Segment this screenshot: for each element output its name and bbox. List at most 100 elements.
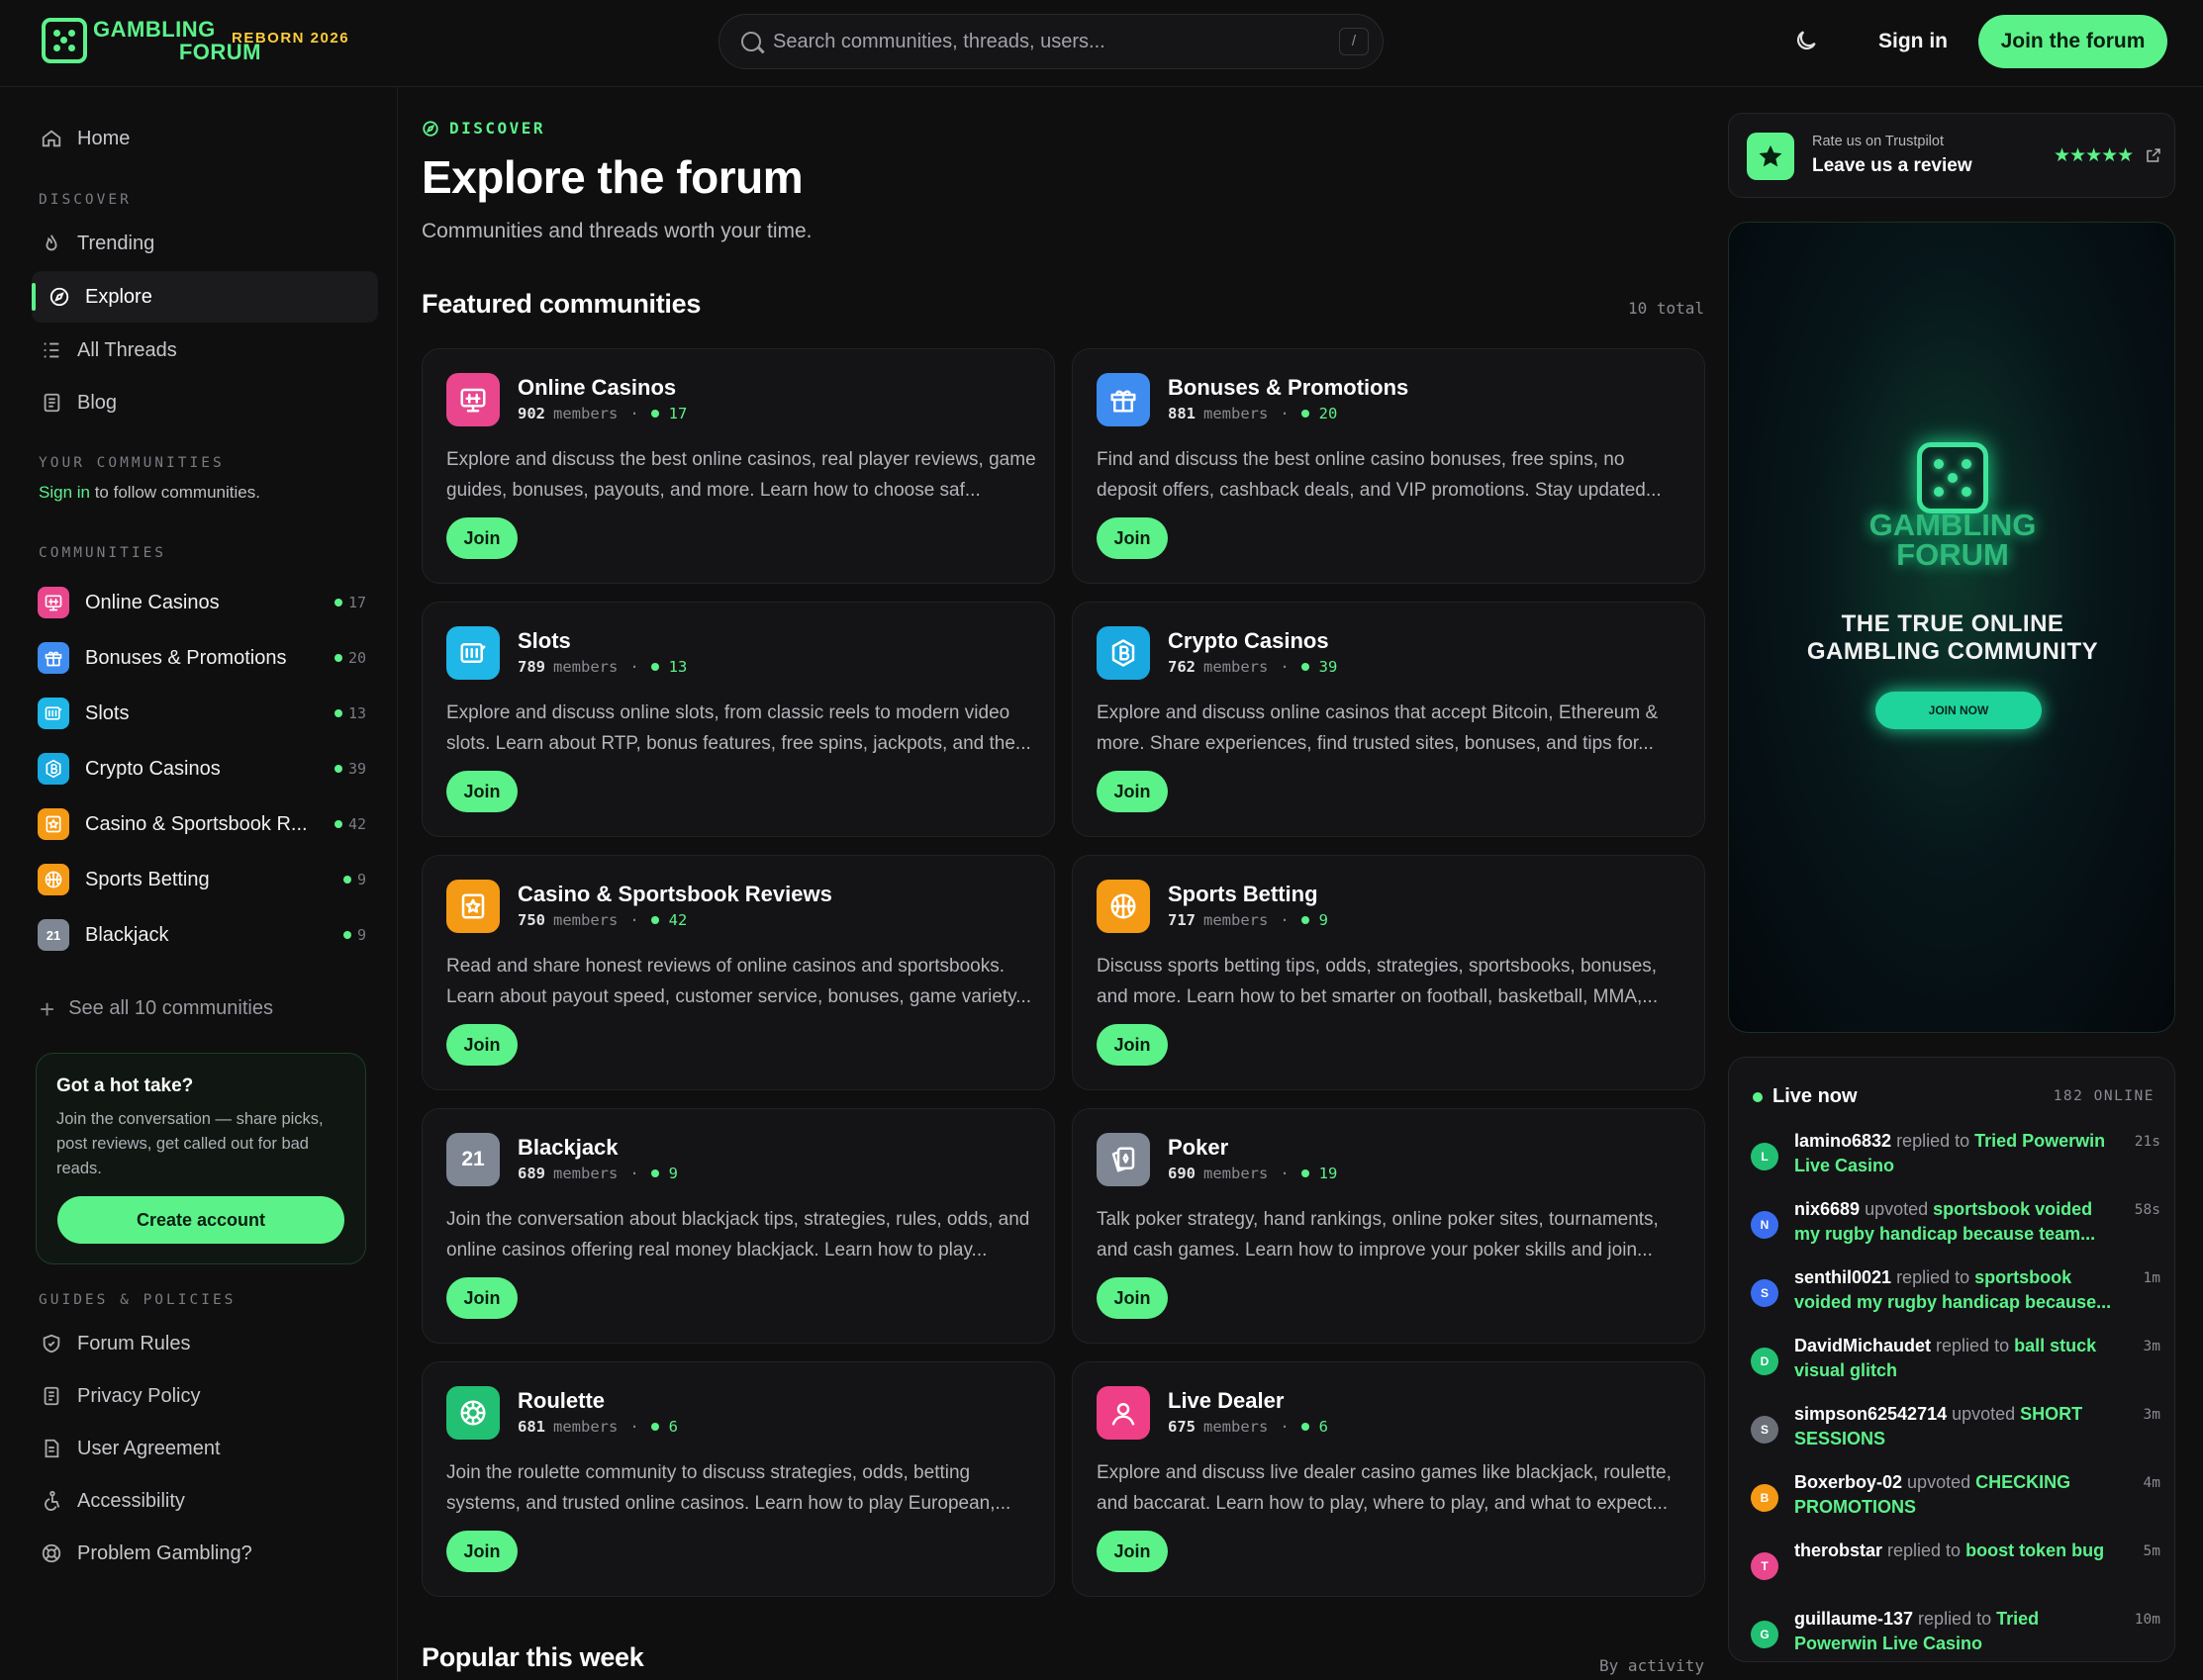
separator: · bbox=[1280, 911, 1290, 929]
join-community-button[interactable]: Join bbox=[446, 517, 518, 559]
create-account-button[interactable]: Create account bbox=[57, 1196, 344, 1244]
community-online-count: 42 bbox=[334, 815, 366, 833]
join-community-button[interactable]: Join bbox=[446, 771, 518, 812]
search-bar[interactable]: / bbox=[718, 14, 1384, 69]
members-label: members bbox=[1203, 405, 1269, 422]
activity-item[interactable]: Ssenthil0021 replied to sportsbook voide… bbox=[1751, 1265, 2160, 1321]
nav-user-agreement[interactable]: User Agreement bbox=[32, 1423, 378, 1474]
activity-item[interactable]: Ttherobstar replied to boost token bug 5m bbox=[1751, 1539, 2160, 1594]
online-count: 42 bbox=[668, 911, 688, 929]
sidebar-community-item[interactable]: Slots 13 bbox=[32, 689, 378, 738]
activity-time: 21s bbox=[2134, 1134, 2160, 1150]
community-card[interactable]: Slots 789 members · 13 Explore and discuss on… bbox=[422, 602, 1055, 837]
activity-target[interactable]: boost token bug bbox=[1965, 1540, 2104, 1560]
see-all-communities[interactable]: + See all 10 communities bbox=[40, 996, 273, 1022]
join-community-button[interactable]: Join bbox=[446, 1531, 518, 1572]
activity-item[interactable]: Ssimpson62542714 upvoted SHORT SESSIONS 3… bbox=[1751, 1402, 2160, 1457]
community-card[interactable]: Online Casinos 902 members · 17 Explore and d… bbox=[422, 348, 1055, 584]
main-content: DISCOVER Explore the forum Communities a… bbox=[422, 87, 1705, 1680]
your-communities-label: YOUR COMMUNITIES bbox=[39, 455, 225, 471]
nav-problem-gambling[interactable]: Problem Gambling? bbox=[32, 1528, 378, 1579]
forum-logo[interactable]: GAMBLING FORUM REBORN 2026 bbox=[40, 16, 356, 71]
discover-eyebrow: DISCOVER bbox=[422, 119, 545, 138]
community-stats: 690 members · 19 bbox=[1168, 1165, 1337, 1182]
banner-logo-line1: GAMBLING bbox=[1868, 508, 2037, 542]
sidebar-community-item[interactable]: 21 Blackjack 9 bbox=[32, 910, 378, 960]
join-community-button[interactable]: Join bbox=[1097, 771, 1168, 812]
activity-action: replied to bbox=[1931, 1336, 2015, 1355]
activity-user[interactable]: nix6689 bbox=[1794, 1199, 1860, 1219]
join-community-button[interactable]: Join bbox=[1097, 517, 1168, 559]
nav-privacy-policy[interactable]: Privacy Policy bbox=[32, 1370, 378, 1422]
user-avatar: B bbox=[1751, 1484, 1778, 1512]
community-name: Blackjack bbox=[518, 1135, 619, 1160]
sign-in-button[interactable]: Sign in bbox=[1865, 20, 1962, 63]
activity-text: senthil0021 replied to sportsbook voided… bbox=[1794, 1265, 2121, 1315]
join-community-button[interactable]: Join bbox=[446, 1277, 518, 1319]
live-dot-icon bbox=[1753, 1091, 1763, 1102]
activity-user[interactable]: DavidMichaudet bbox=[1794, 1336, 1931, 1355]
sidebar-community-item[interactable]: Sports Betting 9 bbox=[32, 855, 378, 904]
online-dot-icon bbox=[1300, 916, 1309, 924]
nav-forum-rules[interactable]: Forum Rules bbox=[32, 1318, 378, 1369]
join-forum-button[interactable]: Join the forum bbox=[1978, 15, 2167, 68]
separator: · bbox=[1280, 405, 1290, 422]
promo-banner[interactable]: GAMBLING FORUM THE TRUE ONLINE GAMBLING … bbox=[1728, 222, 2175, 1033]
nav-explore[interactable]: Explore bbox=[32, 271, 378, 323]
sidebar-community-item[interactable]: Online Casinos 17 bbox=[32, 578, 378, 627]
member-count: 717 bbox=[1168, 911, 1196, 929]
join-community-button[interactable]: Join bbox=[446, 1024, 518, 1066]
activity-item[interactable]: B Boxerboy-02 upvoted CHECKING PROMOTIONS… bbox=[1751, 1470, 2160, 1526]
community-card[interactable]: Casino & Sportsbook Reviews 750 members · 42… bbox=[422, 855, 1055, 1090]
community-card[interactable]: Sports Betting 717 members · 9 Discuss sports… bbox=[1072, 855, 1705, 1090]
activity-user[interactable]: therobstar bbox=[1794, 1540, 1882, 1560]
activity-user[interactable]: Boxerboy-02 bbox=[1794, 1472, 1902, 1492]
community-card[interactable]: Crypto Casinos 762 members · 39 Explore and d… bbox=[1072, 602, 1705, 837]
sign-in-link[interactable]: Sign in bbox=[39, 483, 90, 502]
activity-user[interactable]: lamino6832 bbox=[1794, 1131, 1891, 1151]
online-dot-icon bbox=[650, 410, 659, 418]
popular-sort[interactable]: By activity bbox=[1599, 1656, 1704, 1675]
nav-all-threads[interactable]: All Threads bbox=[32, 325, 378, 376]
nav-trending[interactable]: Trending bbox=[32, 218, 378, 269]
nav-accessibility[interactable]: Accessibility bbox=[32, 1475, 378, 1527]
community-name: Bonuses & Promotions bbox=[1168, 375, 1409, 400]
activity-user[interactable]: senthil0021 bbox=[1794, 1267, 1891, 1287]
activity-item[interactable]: Gguillaume-137 replied to Tried Powerwin… bbox=[1751, 1607, 2160, 1662]
join-community-button[interactable]: Join bbox=[1097, 1531, 1168, 1572]
online-dot-icon bbox=[1300, 663, 1309, 671]
online-dot-icon bbox=[650, 1169, 659, 1177]
activity-item[interactable]: D DavidMichaudet replied to ball stuck vi… bbox=[1751, 1334, 2160, 1389]
discover-section-label: DISCOVER bbox=[39, 192, 132, 208]
sidebar-community-item[interactable]: Crypto Casinos 39 bbox=[32, 744, 378, 793]
community-card[interactable]: Live Dealer 675 members · 6 Explore and discu… bbox=[1072, 1361, 1705, 1597]
community-card[interactable]: Bonuses & Promotions 881 members · 20 Find an… bbox=[1072, 348, 1705, 584]
activity-user[interactable]: simpson62542714 bbox=[1794, 1404, 1947, 1424]
banner-join-button[interactable]: JOIN NOW bbox=[1875, 692, 2042, 729]
online-dot-icon bbox=[650, 663, 659, 671]
members-label: members bbox=[1203, 1418, 1269, 1436]
sidebar-community-item[interactable]: Casino & Sportsbook R... 42 bbox=[32, 799, 378, 849]
community-card[interactable]: Poker 690 members · 19 Talk poker strategy, h… bbox=[1072, 1108, 1705, 1344]
search-input[interactable] bbox=[773, 25, 1288, 58]
user-avatar: N bbox=[1751, 1211, 1778, 1239]
trustpilot-card[interactable]: Rate us on Trustpilot Leave us a review … bbox=[1728, 113, 2175, 198]
separator: · bbox=[1280, 658, 1290, 676]
online-dot-icon bbox=[342, 876, 351, 884]
sign-in-note-text: to follow communities. bbox=[89, 483, 260, 502]
nav-blog[interactable]: Blog bbox=[32, 377, 378, 428]
activity-user[interactable]: guillaume-137 bbox=[1794, 1609, 1913, 1629]
moon-icon[interactable] bbox=[1793, 28, 1819, 53]
sidebar-community-item[interactable]: Bonuses & Promotions 20 bbox=[32, 633, 378, 683]
nav-explore-label: Explore bbox=[85, 285, 152, 308]
document-icon bbox=[40, 1384, 63, 1408]
nav-home[interactable]: Home bbox=[32, 113, 378, 164]
activity-item[interactable]: Llamino6832 replied to Tried Powerwin Li… bbox=[1751, 1129, 2160, 1184]
activity-item[interactable]: Nnix6689 upvoted sportsbook voided my ru… bbox=[1751, 1197, 2160, 1253]
user-avatar: T bbox=[1751, 1552, 1778, 1580]
join-community-button[interactable]: Join bbox=[1097, 1277, 1168, 1319]
community-card[interactable]: Roulette 681 members · 6 Join the roulette co… bbox=[422, 1361, 1055, 1597]
community-card[interactable]: 21 Blackjack 689 members · 9 Join the conversa… bbox=[422, 1108, 1055, 1344]
community-online-count: 9 bbox=[342, 871, 366, 888]
join-community-button[interactable]: Join bbox=[1097, 1024, 1168, 1066]
